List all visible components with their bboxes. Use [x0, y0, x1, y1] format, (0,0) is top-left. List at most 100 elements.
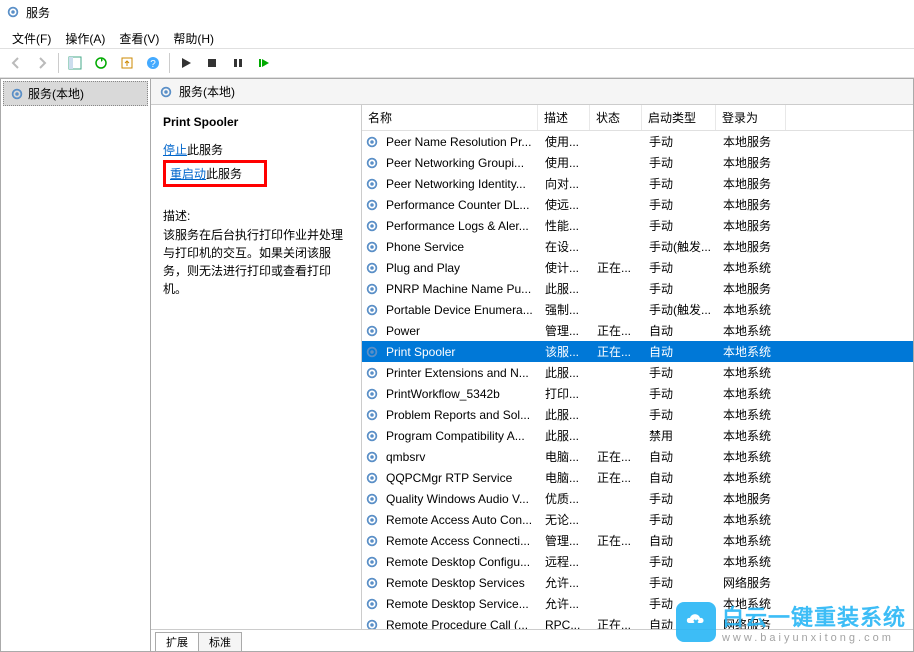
- service-row[interactable]: Plug and Play使计...正在...手动本地系统: [362, 257, 913, 278]
- service-status: [593, 392, 645, 396]
- service-desc: 优质...: [541, 488, 593, 509]
- service-desc: 使用...: [541, 131, 593, 152]
- service-type: 自动: [645, 530, 719, 551]
- service-logon: 本地服务: [719, 488, 789, 509]
- service-row[interactable]: Remote Desktop Configu...远程...手动本地系统: [362, 551, 913, 572]
- service-icon: [365, 345, 379, 359]
- list-header: 名称 描述 状态 启动类型 登录为: [362, 105, 913, 131]
- col-status[interactable]: 状态: [590, 105, 642, 130]
- service-row[interactable]: PNRP Machine Name Pu...此服...手动本地服务: [362, 278, 913, 299]
- service-icon: [365, 240, 379, 254]
- service-type: 手动(触发...: [645, 299, 719, 320]
- service-desc: 允许...: [541, 593, 593, 614]
- col-logon[interactable]: 登录为: [716, 105, 786, 130]
- service-row[interactable]: Phone Service在设...手动(触发...本地服务: [362, 236, 913, 257]
- forward-button[interactable]: [30, 51, 54, 75]
- properties-button[interactable]: [63, 51, 87, 75]
- service-icon: [365, 366, 379, 380]
- tab-standard[interactable]: 标准: [198, 632, 242, 651]
- service-icon: [365, 261, 379, 275]
- service-name: Remote Desktop Configu...: [382, 553, 541, 571]
- service-row[interactable]: Power管理...正在...自动本地系统: [362, 320, 913, 341]
- restart-button[interactable]: [252, 51, 276, 75]
- service-name: QQPCMgr RTP Service: [382, 469, 541, 487]
- service-status: [593, 140, 645, 144]
- service-desc: 电脑...: [541, 467, 593, 488]
- service-row[interactable]: Peer Networking Groupi...使用...手动本地服务: [362, 152, 913, 173]
- stop-link[interactable]: 停止: [163, 143, 187, 157]
- right-header: 服务(本地): [151, 79, 913, 105]
- export-button[interactable]: [115, 51, 139, 75]
- separator: [58, 53, 59, 73]
- menu-view[interactable]: 查看(V): [113, 28, 165, 44]
- menu-file[interactable]: 文件(F): [6, 28, 57, 44]
- service-status: [593, 182, 645, 186]
- service-row[interactable]: Remote Access Connecti...管理...正在...自动本地系…: [362, 530, 913, 551]
- service-row[interactable]: qmbsrv电脑...正在...自动本地系统: [362, 446, 913, 467]
- service-type: 手动(触发...: [645, 236, 719, 257]
- service-name: Peer Name Resolution Pr...: [382, 133, 541, 151]
- service-status: 正在...: [593, 257, 645, 278]
- menu-action[interactable]: 操作(A): [59, 28, 111, 44]
- service-type: 手动: [645, 509, 719, 530]
- service-logon: 网络服务: [719, 614, 789, 629]
- service-row[interactable]: PrintWorkflow_5342b打印...手动本地系统: [362, 383, 913, 404]
- refresh-button[interactable]: [89, 51, 113, 75]
- service-row[interactable]: QQPCMgr RTP Service电脑...正在...自动本地系统: [362, 467, 913, 488]
- service-name: Phone Service: [382, 238, 541, 256]
- restart-highlight-box: 重启动此服务: [163, 160, 267, 187]
- service-name: Print Spooler: [382, 343, 541, 361]
- service-logon: 本地系统: [719, 341, 789, 362]
- service-icon: [365, 408, 379, 422]
- stop-button[interactable]: [200, 51, 224, 75]
- service-status: [593, 161, 645, 165]
- service-name: Peer Networking Identity...: [382, 175, 541, 193]
- help-button[interactable]: ?: [141, 51, 165, 75]
- service-row[interactable]: Performance Counter DL...使远...手动本地服务: [362, 194, 913, 215]
- service-row[interactable]: Print Spooler该服...正在...自动本地系统: [362, 341, 913, 362]
- tab-extended[interactable]: 扩展: [155, 632, 199, 651]
- col-name[interactable]: 名称: [362, 105, 538, 130]
- service-name: Printer Extensions and N...: [382, 364, 541, 382]
- service-row[interactable]: Printer Extensions and N...此服...手动本地系统: [362, 362, 913, 383]
- service-icon: [365, 387, 379, 401]
- start-button[interactable]: [174, 51, 198, 75]
- menubar: 文件(F) 操作(A) 查看(V) 帮助(H): [0, 24, 914, 48]
- service-row[interactable]: Remote Desktop Services允许...手动网络服务: [362, 572, 913, 593]
- right-pane: 服务(本地) Print Spooler 停止此服务 重启动此服务 描述: 该服…: [151, 79, 913, 651]
- service-name: Problem Reports and Sol...: [382, 406, 541, 424]
- pause-button[interactable]: [226, 51, 250, 75]
- col-desc[interactable]: 描述: [538, 105, 590, 130]
- detail-pane: Print Spooler 停止此服务 重启动此服务 描述: 该服务在后台执行打…: [151, 105, 361, 629]
- service-desc: RPC...: [541, 616, 593, 630]
- service-icon: [365, 135, 379, 149]
- service-type: 手动: [645, 404, 719, 425]
- service-row[interactable]: Quality Windows Audio V...优质...手动本地服务: [362, 488, 913, 509]
- service-row[interactable]: Program Compatibility A...此服...禁用本地系统: [362, 425, 913, 446]
- service-row[interactable]: Remote Access Auto Con...无论...手动本地系统: [362, 509, 913, 530]
- list-body: Peer Name Resolution Pr...使用...手动本地服务Pee…: [362, 131, 913, 629]
- service-row[interactable]: Problem Reports and Sol...此服...手动本地系统: [362, 404, 913, 425]
- service-logon: 本地系统: [719, 551, 789, 572]
- service-status: [593, 602, 645, 606]
- service-icon: [365, 576, 379, 590]
- service-icon: [365, 282, 379, 296]
- service-row[interactable]: Remote Desktop Service...允许...手动本地系统: [362, 593, 913, 614]
- service-logon: 本地系统: [719, 530, 789, 551]
- service-desc: 此服...: [541, 425, 593, 446]
- selected-service-title: Print Spooler: [163, 115, 349, 129]
- service-row[interactable]: Performance Logs & Aler...性能...手动本地服务: [362, 215, 913, 236]
- service-row[interactable]: Portable Device Enumera...强制...手动(触发...本…: [362, 299, 913, 320]
- service-desc: 管理...: [541, 320, 593, 341]
- menu-help[interactable]: 帮助(H): [167, 28, 220, 44]
- right-content: Print Spooler 停止此服务 重启动此服务 描述: 该服务在后台执行打…: [151, 105, 913, 629]
- service-row[interactable]: Peer Name Resolution Pr...使用...手动本地服务: [362, 131, 913, 152]
- service-row[interactable]: Peer Networking Identity...向对...手动本地服务: [362, 173, 913, 194]
- tree-root-services[interactable]: 服务(本地): [3, 81, 148, 106]
- back-button[interactable]: [4, 51, 28, 75]
- service-status: [593, 434, 645, 438]
- restart-link[interactable]: 重启动: [170, 167, 206, 181]
- service-logon: 本地服务: [719, 131, 789, 152]
- service-row[interactable]: Remote Procedure Call (...RPC...正在...自动网…: [362, 614, 913, 629]
- col-type[interactable]: 启动类型: [642, 105, 716, 130]
